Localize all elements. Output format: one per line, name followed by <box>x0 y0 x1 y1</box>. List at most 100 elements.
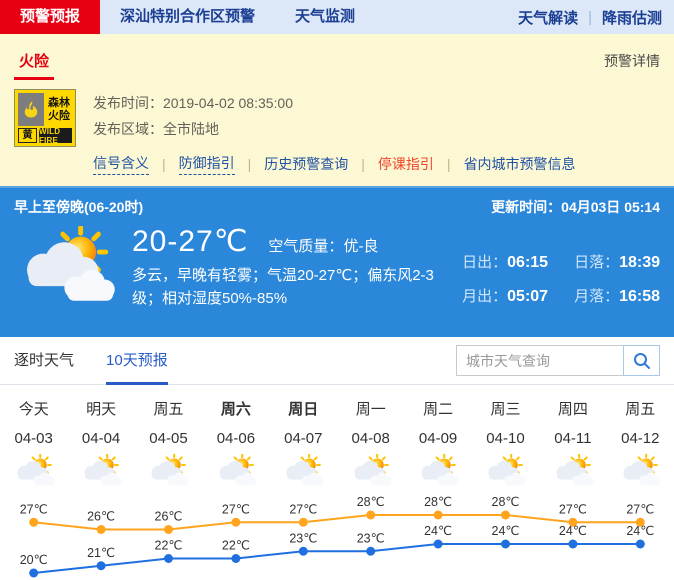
city-search-input[interactable] <box>456 345 624 376</box>
tab-shenshan-zone-warning[interactable]: 深汕特别合作区预警 <box>100 0 275 34</box>
forecast-period-label: 早上至傍晚(06-20时) <box>14 197 143 217</box>
nav-right-links: 天气解读 | 降雨估测 <box>518 0 674 34</box>
link-divider: | <box>162 156 166 172</box>
nav-divider: | <box>588 9 592 26</box>
warning-link-3[interactable]: 停课指引 <box>378 154 434 175</box>
partly-cloudy-icon <box>349 454 393 487</box>
sun-moon-times: 日出：06:15日落：18:39月出：05:07月落：16:58 <box>462 251 660 310</box>
day-name: 周五 <box>607 398 674 419</box>
day-name: 周三 <box>472 398 539 419</box>
day-name: 今天 <box>0 398 67 419</box>
temp-point <box>29 518 38 527</box>
forecast-day-column-4[interactable]: 周日04-07 <box>270 398 337 492</box>
temp-point <box>29 569 38 578</box>
warning-link-4[interactable]: 省内城市预警信息 <box>464 154 576 175</box>
forecast-day-column-6[interactable]: 周二 04-09 <box>404 398 471 492</box>
temp-point <box>434 511 443 520</box>
link-weather-interpretation[interactable]: 天气解读 <box>518 7 578 28</box>
temp-label: 23℃ <box>357 531 385 545</box>
day-name: 明天 <box>67 398 134 419</box>
search-button[interactable] <box>623 345 660 376</box>
temp-point <box>231 554 240 563</box>
temp-point <box>231 518 240 527</box>
temp-label: 23℃ <box>289 531 317 545</box>
day-date: 04-09 <box>404 430 471 447</box>
forecast-day-column-1[interactable]: 明天 04-04 <box>67 398 134 492</box>
temp-label: 21℃ <box>87 546 115 560</box>
temp-point <box>434 540 443 549</box>
warning-link-2[interactable]: 历史预警查询 <box>264 154 348 175</box>
warning-link-1[interactable]: 防御指引 <box>179 153 235 175</box>
sun-moon-item: 月出：05:07 <box>462 285 548 306</box>
partly-cloudy-icon <box>551 454 595 487</box>
weather-description: 多云，早晚有轻雾；气温20-27℃；偏东风2-3级；相对湿度50%-85% <box>132 264 462 310</box>
forecast-day-column-9[interactable]: 周五 04-12 <box>607 398 674 492</box>
link-divider: | <box>361 156 365 172</box>
partly-cloudy-icon <box>79 454 123 487</box>
temp-label: 27℃ <box>20 502 48 516</box>
temp-label: 28℃ <box>492 495 520 509</box>
partly-cloudy-icon <box>214 454 258 487</box>
temp-label: 28℃ <box>357 495 385 509</box>
day-date: 04-10 <box>472 430 539 447</box>
link-rain-estimation[interactable]: 降雨估测 <box>602 7 662 28</box>
day-name: 周二 <box>404 398 471 419</box>
tab-warning-forecast[interactable]: 预警预报 <box>0 0 100 34</box>
day-name: 周一 <box>337 398 404 419</box>
link-divider: | <box>248 156 252 172</box>
tab-hourly-weather[interactable]: 逐时天气 <box>14 337 74 385</box>
warning-info: 发布时间：2019-04-02 08:35:00 发布区域：全市陆地 信号含义|… <box>93 89 576 186</box>
day-date: 04-04 <box>67 430 134 447</box>
forecast-day-column-2[interactable]: 周五04-05 <box>135 398 202 492</box>
search-icon <box>632 351 652 371</box>
temp-label: 27℃ <box>222 502 250 516</box>
flame-icon <box>18 93 44 126</box>
temp-label: 20℃ <box>20 553 48 567</box>
temp-label: 26℃ <box>87 510 115 524</box>
warning-link-0[interactable]: 信号含义 <box>93 153 149 175</box>
forecast-day-column-8[interactable]: 周四 04-11 <box>539 398 606 492</box>
warning-links-row: 信号含义 | 防御指引 | 历史预警查询 | 停课指引 | 省内城市预警信息 <box>93 153 576 175</box>
temp-label: 27℃ <box>559 502 587 516</box>
tab-ten-day-forecast[interactable]: 10天预报 <box>106 337 168 385</box>
temp-label: 24℃ <box>559 524 587 538</box>
tab-fire-risk[interactable]: 火险 <box>14 50 54 80</box>
warning-type-label: 森林 火险 <box>46 93 72 126</box>
top-nav: 预警预报 深汕特别合作区预警 天气监测 天气解读 | 降雨估测 <box>0 0 674 34</box>
forecast-day-column-7[interactable]: 周三 04-10 <box>472 398 539 492</box>
temp-point <box>299 518 308 527</box>
partly-cloudy-icon <box>281 454 325 487</box>
air-quality: 空气质量：优-良 <box>268 235 378 256</box>
temp-point <box>501 540 510 549</box>
tab-weather-monitoring[interactable]: 天气监测 <box>275 0 375 34</box>
temp-point <box>366 511 375 520</box>
temp-point <box>568 540 577 549</box>
day-date: 04-06 <box>202 430 269 447</box>
link-divider: | <box>447 156 451 172</box>
partly-cloudy-icon <box>483 454 527 487</box>
ten-day-forecast-grid: 今天04-03明天04-04周五04-05周六04-06周日04-07周一04-… <box>0 385 674 492</box>
temp-point <box>97 525 106 534</box>
warning-detail-link[interactable]: 预警详情 <box>604 51 660 80</box>
forecast-tab-bar: 逐时天气 10天预报 <box>0 337 674 385</box>
forecast-day-column-0[interactable]: 今天04-03 <box>0 398 67 492</box>
forecast-day-column-3[interactable]: 周六 04-06 <box>202 398 269 492</box>
temp-point <box>366 547 375 556</box>
temp-point <box>501 511 510 520</box>
temperature-range: 20-27℃ <box>132 224 248 259</box>
partly-cloudy-icon <box>146 454 190 487</box>
temp-point <box>299 547 308 556</box>
warning-type-bar: 火险 预警详情 <box>0 34 674 80</box>
day-date: 04-11 <box>539 430 606 447</box>
day-date: 04-12 <box>607 430 674 447</box>
forecast-day-column-5[interactable]: 周一04-08 <box>337 398 404 492</box>
day-name: 周四 <box>539 398 606 419</box>
temp-label: 26℃ <box>155 510 183 524</box>
day-name: 周六 <box>202 398 269 419</box>
day-date: 04-05 <box>135 430 202 447</box>
temp-label: 24℃ <box>626 524 654 538</box>
city-weather-search <box>456 345 660 376</box>
partly-cloudy-icon <box>416 454 460 487</box>
temp-point <box>164 554 173 563</box>
warning-level-badge: 黄 <box>18 128 37 143</box>
